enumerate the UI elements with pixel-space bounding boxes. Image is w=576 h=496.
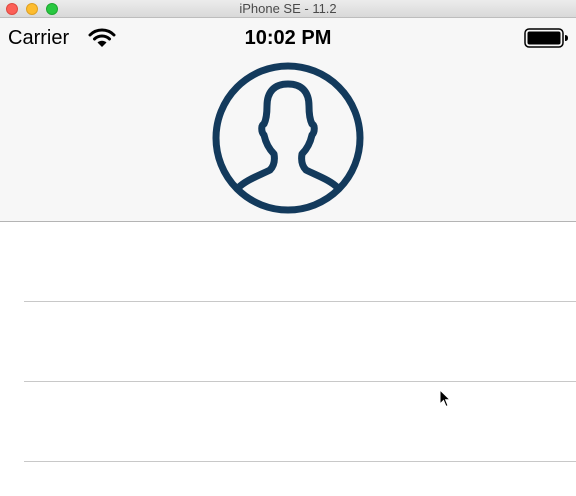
table-view <box>0 222 576 462</box>
status-time: 10:02 PM <box>244 27 332 49</box>
window-titlebar: iPhone SE - 11.2 <box>0 0 576 18</box>
table-row[interactable] <box>0 382 576 462</box>
profile-header: Carrier 10:02 PM <box>0 18 576 222</box>
user-avatar-icon[interactable] <box>212 62 364 214</box>
table-row[interactable] <box>0 222 576 302</box>
row-separator <box>24 461 576 462</box>
table-row[interactable] <box>0 302 576 382</box>
mouse-pointer-icon <box>439 389 451 408</box>
simulator-window: iPhone SE - 11.2 Carrier 10:02 PM <box>0 0 576 496</box>
window-title: iPhone SE - 11.2 <box>239 1 337 16</box>
battery-icon <box>524 28 568 48</box>
